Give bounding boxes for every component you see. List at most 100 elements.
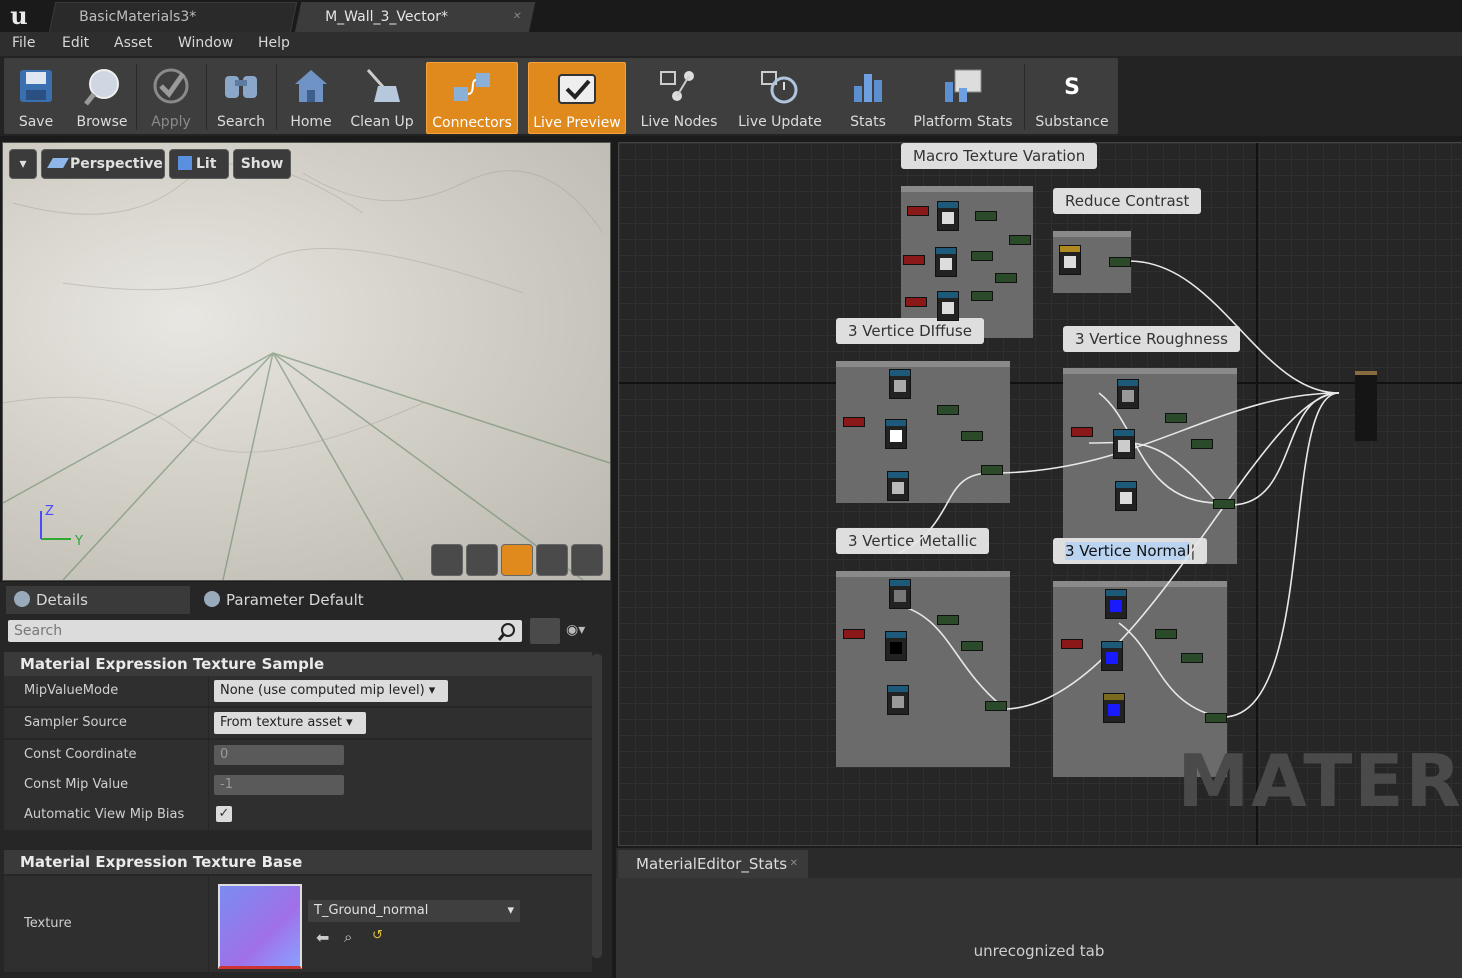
stats-button[interactable]: Stats: [838, 62, 898, 132]
node-math[interactable]: [1191, 439, 1213, 449]
section-header-texture-sample[interactable]: Material Expression Texture Sample: [4, 652, 592, 676]
apply-button[interactable]: Apply: [140, 62, 202, 132]
doc-tab-basicmaterials[interactable]: BasicMaterials3*: [48, 2, 298, 33]
node-math[interactable]: [1213, 499, 1235, 509]
tab-parameter-default[interactable]: Parameter Default: [196, 586, 382, 614]
search-button[interactable]: Search: [210, 62, 272, 132]
browse-button[interactable]: Browse: [70, 62, 134, 132]
mip-value-mode-dropdown[interactable]: None (use computed mip level) ▾: [214, 680, 448, 702]
dropdown-value: T_Ground_normal: [314, 903, 429, 918]
preview-cylinder-icon[interactable]: [431, 544, 463, 576]
menu-window[interactable]: Window: [178, 35, 233, 51]
live-update-icon: [761, 71, 798, 104]
use-selected-asset-icon[interactable]: ⬅: [316, 928, 329, 947]
node-scalar[interactable]: [907, 206, 929, 216]
reset-to-default-icon[interactable]: ↺: [372, 928, 383, 943]
section-header-texture-base[interactable]: Material Expression Texture Base: [4, 850, 592, 874]
node-texture-sample[interactable]: [1113, 429, 1135, 459]
unreal-logo-icon[interactable]: u: [4, 2, 34, 30]
details-search-input[interactable]: Search: [8, 620, 522, 642]
search-icon[interactable]: [496, 622, 516, 642]
viewport-options-button[interactable]: ▾: [9, 149, 37, 179]
live-nodes-button[interactable]: Live Nodes: [636, 62, 722, 132]
save-button[interactable]: Save: [6, 62, 66, 132]
menu-help[interactable]: Help: [258, 35, 290, 51]
close-icon[interactable]: ✕: [790, 850, 798, 878]
node-scalar[interactable]: [1071, 427, 1093, 437]
details-scrollbar[interactable]: [592, 654, 602, 958]
node-scalar[interactable]: [1061, 639, 1083, 649]
preview-plane-icon[interactable]: [501, 544, 533, 576]
texture-asset-dropdown[interactable]: T_Ground_normal ▾: [308, 900, 520, 922]
node-scalar[interactable]: [843, 417, 865, 427]
node-texture-sample[interactable]: [1115, 481, 1137, 511]
node-texture-sample[interactable]: [1059, 245, 1081, 275]
node-math[interactable]: [961, 641, 983, 651]
node-texture-sample[interactable]: [889, 369, 911, 399]
live-update-button[interactable]: Live Update: [730, 62, 830, 132]
menu-edit[interactable]: Edit: [62, 35, 89, 51]
home-label: Home: [290, 114, 332, 130]
node-texture-sample[interactable]: [1117, 379, 1139, 409]
node-scalar[interactable]: [843, 629, 865, 639]
node-math[interactable]: [1165, 413, 1187, 423]
menu-asset[interactable]: Asset: [114, 35, 152, 51]
node-scalar[interactable]: [903, 255, 925, 265]
node-math[interactable]: [937, 615, 959, 625]
sampler-source-dropdown[interactable]: From texture asset ▾: [214, 712, 366, 734]
preview-sphere-icon[interactable]: [466, 544, 498, 576]
browse-asset-icon[interactable]: ⌕: [344, 928, 352, 946]
platform-stats-button[interactable]: Platform Stats: [906, 62, 1020, 132]
live-preview-button[interactable]: Live Preview: [528, 62, 626, 134]
live-nodes-label: Live Nodes: [640, 114, 718, 130]
property-matrix-icon[interactable]: [530, 618, 560, 644]
lit-button[interactable]: Lit: [169, 149, 229, 179]
node-texture-sample[interactable]: [885, 419, 907, 449]
node-math[interactable]: [1009, 235, 1031, 245]
tab-material-editor-stats[interactable]: MaterialEditor_Stats ✕: [618, 850, 808, 878]
preview-custom-mesh-icon[interactable]: [571, 544, 603, 576]
node-math[interactable]: [985, 701, 1007, 711]
node-math[interactable]: [981, 465, 1003, 475]
node-texture-sample[interactable]: [937, 291, 959, 321]
node-math[interactable]: [1109, 257, 1131, 267]
node-texture-sample[interactable]: [937, 201, 959, 231]
clean-up-button[interactable]: Clean Up: [346, 62, 418, 132]
node-scalar[interactable]: [905, 297, 927, 307]
node-math[interactable]: [971, 291, 993, 301]
preview-viewport[interactable]: Z Y ▾ Perspective Lit Show: [2, 142, 611, 581]
node-math[interactable]: [995, 273, 1017, 283]
node-math[interactable]: [1181, 653, 1203, 663]
node-math[interactable]: [1205, 713, 1227, 723]
const-mip-value-field[interactable]: -1: [214, 775, 344, 795]
node-math[interactable]: [1155, 629, 1177, 639]
material-graph[interactable]: Macro Texture Varation Reduce Contrast 3…: [618, 142, 1462, 846]
node-texture-sample[interactable]: [885, 631, 907, 661]
const-coordinate-field[interactable]: 0: [214, 745, 344, 765]
visibility-eye-icon[interactable]: ◉▾: [566, 622, 602, 640]
auto-view-mip-bias-checkbox[interactable]: ✓: [216, 806, 232, 822]
node-texture-sample[interactable]: [1101, 641, 1123, 671]
node-swatch: [942, 302, 954, 314]
node-math[interactable]: [961, 431, 983, 441]
node-texture-sample[interactable]: [935, 247, 957, 277]
doc-tab-m-wall[interactable]: M_Wall_3_Vector* ✕: [294, 2, 536, 33]
node-texture-sample[interactable]: [889, 579, 911, 609]
tab-details[interactable]: Details: [6, 586, 190, 614]
connectors-button[interactable]: Connectors: [426, 62, 518, 134]
node-math[interactable]: [971, 251, 993, 261]
menu-file[interactable]: File: [12, 35, 35, 51]
show-button[interactable]: Show: [233, 149, 291, 179]
home-button[interactable]: Home: [280, 62, 342, 132]
node-texture-sample[interactable]: [1105, 589, 1127, 619]
perspective-button[interactable]: Perspective: [41, 149, 165, 179]
node-texture-sample[interactable]: [1103, 693, 1125, 723]
node-texture-sample[interactable]: [887, 685, 909, 715]
node-texture-sample[interactable]: [887, 471, 909, 501]
node-math[interactable]: [937, 405, 959, 415]
texture-thumbnail[interactable]: [218, 884, 302, 969]
node-math[interactable]: [975, 211, 997, 221]
preview-cube-icon[interactable]: [536, 544, 568, 576]
substance-button[interactable]: S Substance: [1028, 62, 1116, 132]
material-output-node[interactable]: [1355, 371, 1377, 441]
